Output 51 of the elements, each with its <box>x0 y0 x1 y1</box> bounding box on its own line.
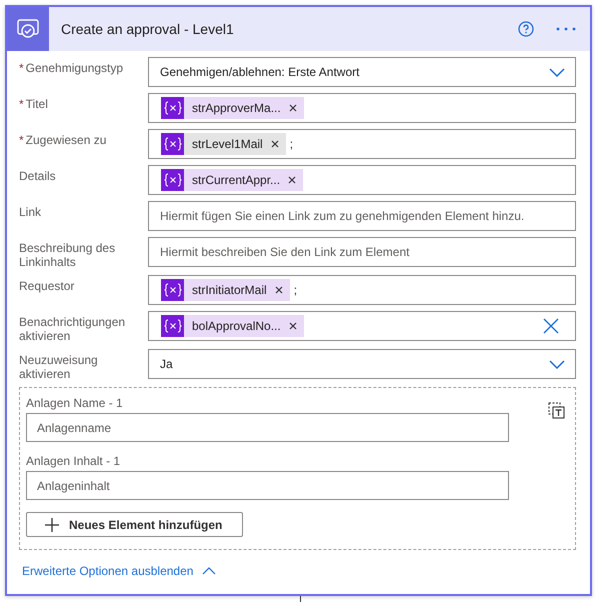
token-chip[interactable]: strLevel1Mail <box>161 133 286 155</box>
field-label: Anlagen Name - 1 <box>26 396 123 410</box>
card-title: Create an approval - Level1 <box>61 21 235 37</box>
remove-icon[interactable] <box>288 322 297 330</box>
remove-icon[interactable] <box>288 104 297 112</box>
variable-icon <box>161 315 184 337</box>
token-field[interactable]: strApproverMa... <box>148 93 576 123</box>
field-label: Link <box>19 204 42 219</box>
input-field[interactable]: Anlageninhalt <box>26 471 509 500</box>
clear-icon[interactable] <box>543 318 559 334</box>
remove-icon[interactable] <box>270 140 279 148</box>
separator-text: ; <box>290 137 294 151</box>
token-chip[interactable]: bolApprovalNo... <box>161 315 304 337</box>
more-icon[interactable] <box>556 27 576 31</box>
help-icon[interactable] <box>518 21 534 37</box>
variable-icon <box>161 169 184 191</box>
token-field[interactable]: bolApprovalNo... <box>148 311 576 341</box>
field-label: Requestor <box>19 278 76 293</box>
field-label: * Zugewiesen zu <box>19 132 108 147</box>
input-field[interactable]: Hiermit fügen Sie einen Link zum zu genehmigenden Element hinzu. <box>148 201 576 231</box>
field-label: Beschreibung des Linkinhalts <box>19 240 116 269</box>
field-label: * Genehmigungstyp <box>19 60 124 75</box>
connector-line <box>300 596 301 602</box>
field-label: * Titel <box>19 96 49 111</box>
token-chip[interactable]: strApproverMa... <box>161 97 304 119</box>
input-field[interactable]: Hiermit beschreiben Sie den Link zum Element <box>148 237 576 267</box>
separator-text: ; <box>294 283 298 297</box>
token-chip[interactable]: strCurrentAppr... <box>161 169 304 191</box>
copy-icon[interactable] <box>548 402 565 419</box>
field-label: Neuzuweisung aktivieren <box>19 352 99 381</box>
remove-icon[interactable] <box>274 286 283 294</box>
token-field[interactable]: strInitiatorMail ; <box>148 275 576 305</box>
variable-icon <box>161 279 184 301</box>
variable-icon <box>161 133 184 155</box>
remove-icon[interactable] <box>288 176 296 184</box>
token-field[interactable]: strCurrentAppr... <box>148 165 576 195</box>
variable-icon <box>161 97 184 119</box>
chevron-up-icon[interactable] <box>202 567 216 575</box>
field-label: Anlagen Inhalt - 1 <box>26 454 120 468</box>
field-label: Details <box>19 168 57 183</box>
chevron-down-icon[interactable] <box>549 360 565 368</box>
add-item-button[interactable]: Neues Element hinzufügen <box>26 512 244 537</box>
token-field[interactable]: strLevel1Mail ; <box>148 129 576 159</box>
dropdown[interactable]: Ja <box>148 349 576 379</box>
advanced-options-link[interactable]: Erweiterte Optionen ausblenden <box>22 564 194 578</box>
field-label: Benachrichtigungen aktivieren <box>19 314 126 343</box>
input-field[interactable]: Anlagenname <box>26 413 509 442</box>
plus-icon <box>45 518 59 532</box>
dropdown[interactable]: Genehmigen/ablehnen: Erste Antwort <box>148 57 576 87</box>
token-chip[interactable]: strInitiatorMail <box>161 279 290 301</box>
chevron-down-icon[interactable] <box>549 68 565 76</box>
